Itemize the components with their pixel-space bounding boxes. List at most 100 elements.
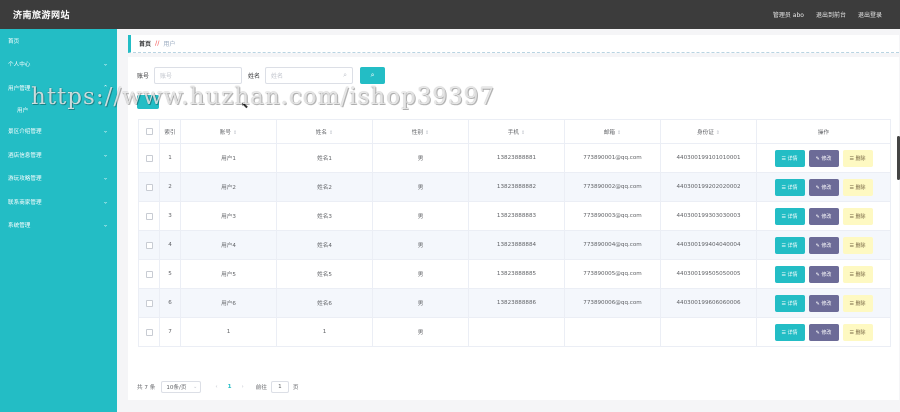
edit-button[interactable]: ✎ 修改 [808, 323, 839, 341]
col-header-phone[interactable]: 手机 ⇕ [468, 119, 565, 144]
delete-button[interactable]: ☰ 删除 [842, 265, 873, 283]
prev-page-button[interactable]: ‹ [215, 384, 217, 390]
detail-button[interactable]: ☰ 详情 [774, 294, 805, 312]
table-row[interactable]: 7 1 1 男 ☰ 详情 ✎ 修改 ☰ 删除 [138, 317, 891, 347]
table-row[interactable]: 1 用户1 姓名1 男 13823888881 773890001@qq.com 44030… [138, 143, 891, 173]
cell-actions: ☰ 详情 ✎ 修改 ☰ 删除 [756, 259, 891, 289]
row-select-cell[interactable] [138, 317, 160, 347]
row-checkbox[interactable] [145, 212, 153, 220]
goto-page-input[interactable]: 1 [270, 381, 289, 393]
sidebar-item-scenic-management[interactable]: 景区介绍管理 ⌄ [0, 120, 117, 144]
table-row[interactable]: 4 用户4 姓名4 男 13823888884 773890004@qq.com 44030… [138, 230, 891, 260]
detail-button[interactable]: ☰ 详情 [774, 265, 805, 283]
detail-button[interactable]: ☰ 详情 [774, 236, 805, 254]
detail-button[interactable]: ☰ 详情 [774, 178, 805, 196]
delete-button[interactable]: ☰ 删除 [842, 149, 873, 167]
name-search-placeholder: 姓名 [271, 73, 284, 80]
sidebar-subitem-users[interactable]: 用户 [0, 100, 117, 120]
row-select-cell[interactable] [138, 230, 160, 260]
sort-icon[interactable]: ⇕ [521, 130, 525, 136]
sidebar-item-system-management[interactable]: 系统管理 ⌄ [0, 214, 117, 238]
cell-phone [468, 317, 565, 347]
users-table: 索引 账号 ⇕ 姓名 ⇕ 性别 ⇕ 手机 ⇕ 邮箱 ⇕ 身份证 ⇕ 操作 1 用户1 姓名1 男 1… [138, 119, 891, 347]
sort-icon[interactable]: ⇕ [329, 130, 333, 136]
delete-button[interactable]: ☰ 删除 [842, 178, 873, 196]
sidebar-item-personal-center[interactable]: 个人中心 ⌄ [0, 53, 117, 77]
breadcrumb-home[interactable]: 首页 [139, 39, 151, 48]
sidebar-item-label: 首页 [8, 38, 20, 45]
row-select-cell[interactable] [138, 143, 160, 173]
sort-icon[interactable]: ⇕ [233, 130, 237, 136]
delete-button[interactable]: ☰ 删除 [842, 236, 873, 254]
row-select-cell[interactable] [138, 259, 160, 289]
cell-actions: ☰ 详情 ✎ 修改 ☰ 删除 [756, 143, 891, 173]
edit-button[interactable]: ✎ 修改 [808, 236, 839, 254]
sort-icon[interactable]: ⇕ [425, 130, 429, 136]
sidebar-item-user-management[interactable]: 用户管理 ⌃ [0, 76, 117, 100]
search-form: 账号 账号 姓名 姓名 ⌕ ⌕ [137, 67, 386, 84]
cell-email: 773890003@qq.com [564, 201, 661, 231]
col-header-idcard[interactable]: 身份证 ⇕ [660, 119, 757, 144]
row-checkbox[interactable] [145, 299, 153, 307]
add-button[interactable] [137, 95, 159, 109]
col-header-gender[interactable]: 性别 ⇕ [372, 119, 469, 144]
edit-button[interactable]: ✎ 修改 [808, 207, 839, 225]
account-search-input[interactable]: 账号 [154, 67, 243, 84]
col-header-name[interactable]: 姓名 ⇕ [276, 119, 373, 144]
search-button[interactable]: ⌕ [360, 67, 386, 84]
select-all-cell[interactable] [138, 119, 160, 144]
sidebar-item-label: 用户管理 [8, 85, 31, 92]
delete-button[interactable]: ☰ 删除 [842, 294, 873, 312]
table-row[interactable]: 2 用户2 姓名2 男 13823888882 773890002@qq.com 44030… [138, 172, 891, 202]
cell-phone: 13823888885 [468, 259, 565, 289]
sort-icon[interactable]: ⇕ [716, 130, 720, 136]
admin-user-label[interactable]: 管理员 abo [773, 10, 804, 19]
cell-account: 用户4 [180, 230, 277, 260]
cell-index: 7 [159, 317, 181, 347]
row-checkbox[interactable] [145, 328, 153, 336]
cell-index: 6 [159, 288, 181, 318]
cell-idcard [660, 317, 757, 347]
select-all-checkbox[interactable] [145, 128, 153, 135]
edit-button[interactable]: ✎ 修改 [808, 178, 839, 196]
page-number-current[interactable]: 1 [228, 384, 232, 390]
row-checkbox[interactable] [145, 183, 153, 191]
edit-button[interactable]: ✎ 修改 [808, 265, 839, 283]
chevron-down-icon: ⌄ [102, 174, 108, 182]
pagination: 共 7 条 10条/页 ⌄ ‹ 1 › 前往 1 页 [137, 381, 299, 393]
row-checkbox[interactable] [145, 270, 153, 278]
edit-button[interactable]: ✎ 修改 [808, 149, 839, 167]
chevron-down-icon: ⌄ [193, 384, 198, 390]
table-row[interactable]: 6 用户6 姓名6 男 13823888886 773890006@qq.com 44030… [138, 288, 891, 318]
row-checkbox[interactable] [145, 154, 153, 162]
page-size-select[interactable]: 10条/页 ⌄ [161, 381, 202, 393]
delete-button[interactable]: ☰ 删除 [842, 207, 873, 225]
row-select-cell[interactable] [138, 288, 160, 318]
detail-button[interactable]: ☰ 详情 [774, 207, 805, 225]
table-row[interactable]: 3 用户3 姓名3 男 13823888883 773890003@qq.com 44030… [138, 201, 891, 231]
sidebar-item-label: 游玩攻略管理 [8, 176, 42, 183]
sort-icon[interactable]: ⇕ [617, 130, 621, 136]
table-row[interactable]: 5 用户5 姓名5 男 13823888885 773890005@qq.com 44030… [138, 259, 891, 289]
col-header-email[interactable]: 邮箱 ⇕ [564, 119, 661, 144]
row-checkbox[interactable] [145, 241, 153, 249]
detail-button[interactable]: ☰ 详情 [774, 149, 805, 167]
chevron-down-icon: ⌄ [102, 60, 108, 68]
edit-button[interactable]: ✎ 修改 [808, 294, 839, 312]
sidebar-item-home[interactable]: 首页 [0, 29, 117, 53]
next-page-button[interactable]: › [241, 384, 243, 390]
sidebar-item-guide-management[interactable]: 游玩攻略管理 ⌄ [0, 167, 117, 191]
row-select-cell[interactable] [138, 172, 160, 202]
row-select-cell[interactable] [138, 201, 160, 231]
sidebar-item-hotel-management[interactable]: 酒店信息管理 ⌄ [0, 143, 117, 167]
cell-phone: 13823888881 [468, 143, 565, 173]
goto-label: 前往 [255, 385, 267, 391]
back-to-frontend-link[interactable]: 退出到前台 [816, 10, 846, 19]
sidebar-item-merchant-management[interactable]: 联系商家管理 ⌄ [0, 190, 117, 214]
logout-link[interactable]: 退出登录 [858, 10, 882, 19]
detail-button[interactable]: ☰ 详情 [774, 323, 805, 341]
col-header-account[interactable]: 账号 ⇕ [180, 119, 277, 144]
name-search-input[interactable]: 姓名 ⌕ [265, 67, 354, 84]
delete-button[interactable]: ☰ 删除 [842, 323, 873, 341]
cell-gender: 男 [372, 201, 469, 231]
